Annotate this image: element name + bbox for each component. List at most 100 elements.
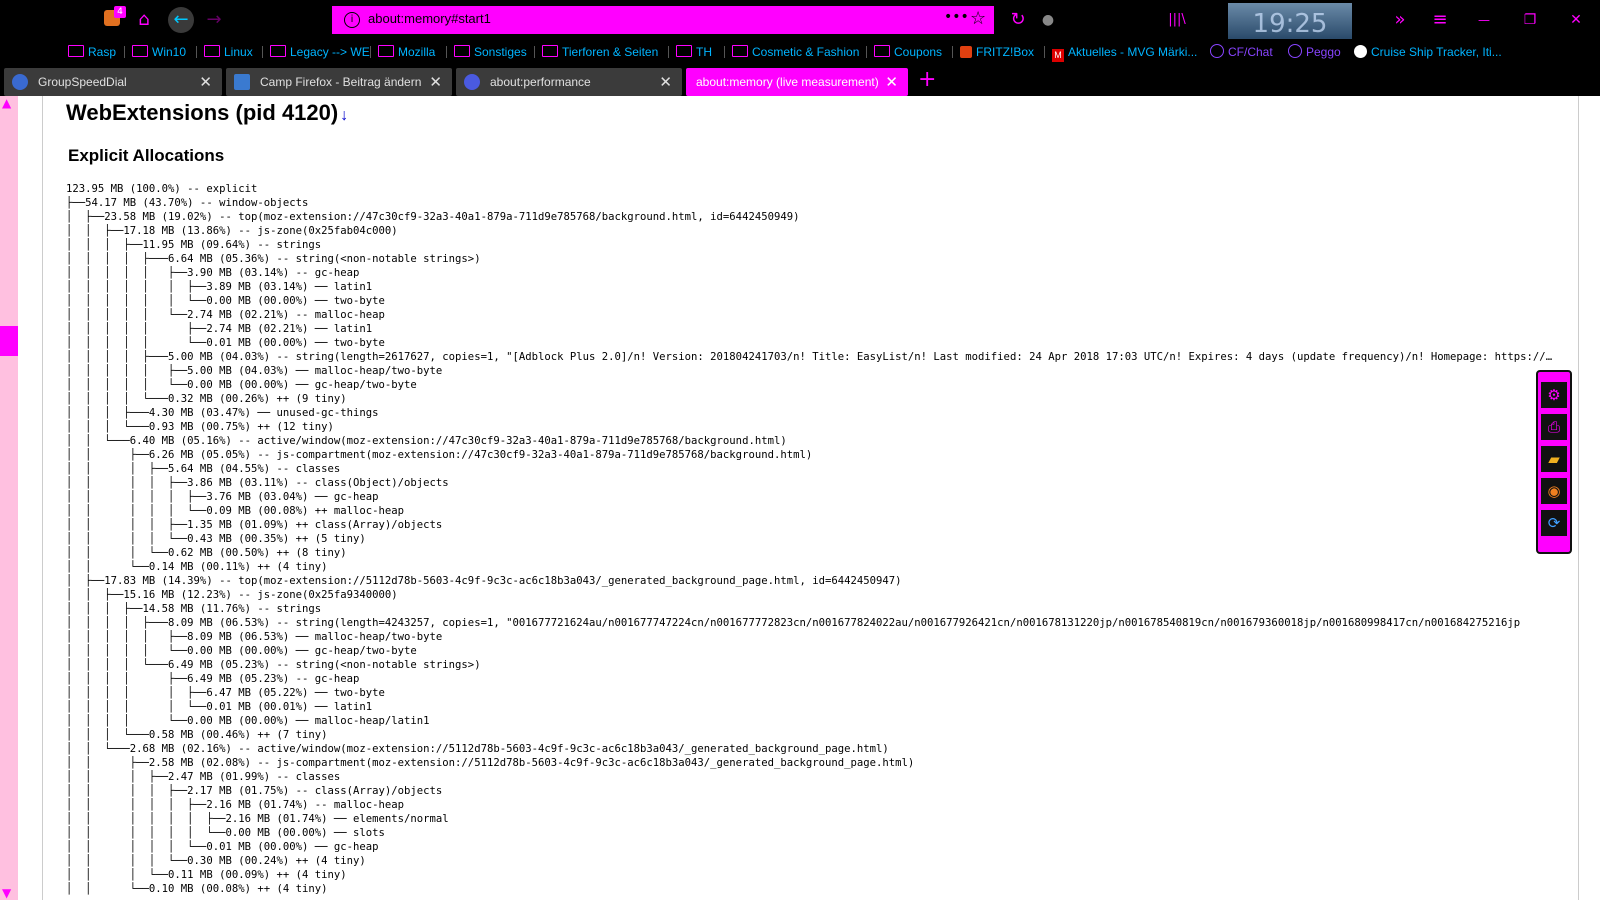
tree-row[interactable]: │ │ │ │ ├───5.00 MB (04.03%) -- string(l… <box>66 350 1556 364</box>
minimize-button[interactable]: — <box>1472 8 1496 32</box>
bookmark-mozilla[interactable]: Mozilla <box>378 43 435 61</box>
tab-close-icon[interactable]: ✕ <box>885 73 898 91</box>
tree-row[interactable]: │ │ ├──2.58 MB (02.08%) -- js-compartmen… <box>66 756 1556 770</box>
print-icon[interactable]: ⎙ <box>1541 414 1567 440</box>
tree-row[interactable]: │ │ │ │ │ ├──8.09 MB (06.53%) ── malloc-… <box>66 630 1556 644</box>
tree-row[interactable]: │ │ │ │ │ ├──2.74 MB (02.21%) ── latin1 <box>66 322 1556 336</box>
ublock-shield-icon[interactable]: ● <box>1036 8 1060 32</box>
restore-button[interactable]: ❐ <box>1518 8 1542 32</box>
tree-row[interactable]: │ │ │ └───0.93 MB (00.75%) ++ (12 tiny) <box>66 420 1556 434</box>
bookmark-th[interactable]: TH <box>676 43 712 61</box>
tree-row[interactable]: │ │ │ ├──5.64 MB (04.55%) -- classes <box>66 462 1556 476</box>
tab-close-icon[interactable]: ✕ <box>429 73 442 91</box>
tree-row[interactable]: │ │ │ │ ├──1.35 MB (01.09%) ++ class(Arr… <box>66 518 1556 532</box>
tree-row[interactable]: │ │ ├──17.18 MB (13.86%) -- js-zone(0x25… <box>66 224 1556 238</box>
tree-row[interactable]: │ │ │ │ │ └──0.09 MB (00.08%) ++ malloc-… <box>66 504 1556 518</box>
tree-row[interactable]: │ │ │ │ │ │ └──0.00 MB (00.00%) ── slots <box>66 826 1556 840</box>
forward-button[interactable]: → <box>202 8 226 32</box>
scrollbar-thumb[interactable] <box>0 326 18 356</box>
tree-row[interactable]: │ │ │ │ └───6.49 MB (05.23%) -- string(<… <box>66 658 1556 672</box>
url-bar[interactable]: i about:memory#start1 ••• ☆ <box>332 6 994 34</box>
tree-row[interactable]: │ │ │ │ ├──3.86 MB (03.11%) -- class(Obj… <box>66 476 1556 490</box>
tree-row[interactable]: │ │ │ ├──11.95 MB (09.64%) -- strings <box>66 238 1556 252</box>
bookmark-coupons[interactable]: Coupons <box>874 43 942 61</box>
folder-icon[interactable]: ▰ <box>1541 446 1567 472</box>
tab-close-icon[interactable]: ✕ <box>199 73 212 91</box>
tree-row[interactable]: │ │ │ └───0.58 MB (00.46%) ++ (7 tiny) <box>66 728 1556 742</box>
bookmark-fritzbox[interactable]: FRITZ!Box <box>960 43 1034 61</box>
refresh-icon[interactable]: ⟳ <box>1541 510 1567 536</box>
tree-row[interactable]: │ │ │ │ │ ├──5.00 MB (04.03%) ── malloc-… <box>66 364 1556 378</box>
back-button[interactable]: ← <box>168 7 194 33</box>
tree-row[interactable]: ├──54.17 MB (43.70%) -- window-objects <box>66 196 1556 210</box>
bookmark-star-icon[interactable]: ☆ <box>970 8 986 29</box>
tree-row[interactable]: │ │ │ │ │ │ ├──3.89 MB (03.14%) ── latin… <box>66 280 1556 294</box>
tree-row[interactable]: │ │ │ │ │ ├──6.47 MB (05.22%) ── two-byt… <box>66 686 1556 700</box>
down-arrow-link[interactable]: ↓ <box>340 107 348 124</box>
scrollbar[interactable]: ▲ ▼ <box>0 96 18 900</box>
tree-row[interactable]: │ │ ├──15.16 MB (12.23%) -- js-zone(0x25… <box>66 588 1556 602</box>
tree-row[interactable]: │ │ │ │ │ ├──2.16 MB (01.74%) -- malloc-… <box>66 798 1556 812</box>
hamburger-menu-icon[interactable]: ≡ <box>1428 8 1452 32</box>
tree-row[interactable]: │ │ │ │ │ └──0.01 MB (00.00%) ── gc-heap <box>66 840 1556 854</box>
url-text[interactable]: about:memory#start1 <box>368 11 491 26</box>
scroll-down-icon[interactable]: ▼ <box>2 886 11 900</box>
tree-row[interactable]: 123.95 MB (100.0%) -- explicit <box>66 182 1556 196</box>
search-icon[interactable]: ◉ <box>1541 478 1567 504</box>
tree-row[interactable]: │ │ │ │ │ └──2.74 MB (02.21%) -- malloc-… <box>66 308 1556 322</box>
bookmark-cruise-ship-tracker[interactable]: Cruise Ship Tracker, Iti... <box>1354 43 1502 61</box>
tree-row[interactable]: │ │ │ │ │ │ └──0.00 MB (00.00%) ── two-b… <box>66 294 1556 308</box>
bookmark-cf-chat[interactable]: CF/Chat <box>1210 43 1273 61</box>
bookmark-legacy-we[interactable]: Legacy --> WE <box>270 43 370 61</box>
close-window-button[interactable]: ✕ <box>1564 8 1588 32</box>
home-icon[interactable]: ⌂ <box>132 8 156 32</box>
bookmark-sonstiges[interactable]: Sonstiges <box>454 43 527 61</box>
new-tab-button[interactable]: + <box>918 67 936 92</box>
tree-row[interactable]: │ │ │ │ │ │ ├──2.16 MB (01.74%) ── eleme… <box>66 812 1556 826</box>
overflow-chevron-icon[interactable]: » <box>1388 8 1412 32</box>
reload-button[interactable]: ↻ <box>1006 8 1030 32</box>
tree-row[interactable]: │ │ │ │ ├──6.49 MB (05.23%) -- gc-heap <box>66 672 1556 686</box>
tree-row[interactable]: │ │ │ ├──14.58 MB (11.76%) -- strings <box>66 602 1556 616</box>
tree-row[interactable]: │ │ ├──6.26 MB (05.05%) -- js-compartmen… <box>66 448 1556 462</box>
tree-row[interactable]: │ │ │ │ └──0.43 MB (00.35%) ++ (5 tiny) <box>66 532 1556 546</box>
tree-row[interactable]: │ │ │ └──0.11 MB (00.09%) ++ (4 tiny) <box>66 868 1556 882</box>
tree-row[interactable]: │ ├──23.58 MB (19.02%) -- top(moz-extens… <box>66 210 1556 224</box>
tree-row[interactable]: │ │ │ │ └───0.32 MB (00.26%) ++ (9 tiny) <box>66 392 1556 406</box>
tree-row[interactable]: │ │ │ │ └──0.00 MB (00.00%) ── malloc-he… <box>66 714 1556 728</box>
tree-row[interactable]: │ │ └──0.10 MB (00.08%) ++ (4 tiny) <box>66 882 1556 896</box>
tab-about-memory[interactable]: about:memory (live measurement) ✕ <box>686 68 908 96</box>
bookmark-win10[interactable]: Win10 <box>132 43 186 61</box>
gear-icon[interactable]: ⚙ <box>1541 382 1567 408</box>
library-icon[interactable]: |||\ <box>1162 8 1192 32</box>
tree-row[interactable]: │ │ │ │ │ ├──3.90 MB (03.14%) -- gc-heap <box>66 266 1556 280</box>
tab-camp-firefox[interactable]: Camp Firefox - Beitrag ändern ✕ <box>226 68 452 96</box>
page-actions-button[interactable]: ••• <box>944 9 969 25</box>
tree-row[interactable]: │ │ └───2.68 MB (02.16%) -- active/windo… <box>66 742 1556 756</box>
tab-close-icon[interactable]: ✕ <box>659 73 672 91</box>
tree-row[interactable]: │ │ │ ├───4.30 MB (03.47%) ── unused-gc-… <box>66 406 1556 420</box>
tree-row[interactable]: │ │ └──0.14 MB (00.11%) ++ (4 tiny) <box>66 560 1556 574</box>
tree-row[interactable]: │ │ │ │ │ └──0.01 MB (00.00%) ── two-byt… <box>66 336 1556 350</box>
bookmark-tierforen[interactable]: Tierforen & Seiten <box>542 43 658 61</box>
bookmark-rasp[interactable]: Rasp <box>68 43 116 61</box>
info-icon[interactable]: i <box>344 12 360 28</box>
tree-row[interactable]: │ │ │ │ ├───8.09 MB (06.53%) -- string(l… <box>66 616 1556 630</box>
tab-groupspeeddial[interactable]: GroupSpeedDial ✕ <box>4 68 222 96</box>
tree-row[interactable]: │ │ │ │ │ ├──3.76 MB (03.04%) ── gc-heap <box>66 490 1556 504</box>
tree-row[interactable]: │ ├──17.83 MB (14.39%) -- top(moz-extens… <box>66 574 1556 588</box>
tree-row[interactable]: │ │ │ │ ├───6.64 MB (05.36%) -- string(<… <box>66 252 1556 266</box>
tree-row[interactable]: │ │ │ ├──2.47 MB (01.99%) -- classes <box>66 770 1556 784</box>
bookmark-cosmetic-fashion[interactable]: Cosmetic & Fashion <box>732 43 859 61</box>
tree-row[interactable]: │ │ │ │ │ └──0.00 MB (00.00%) ── gc-heap… <box>66 378 1556 392</box>
tree-row[interactable]: │ │ │ └──0.62 MB (00.50%) ++ (8 tiny) <box>66 546 1556 560</box>
bookmark-peggo[interactable]: Peggo <box>1288 43 1341 61</box>
scroll-up-icon[interactable]: ▲ <box>2 96 11 110</box>
tree-row[interactable]: │ │ │ │ │ └──0.00 MB (00.00%) ── gc-heap… <box>66 644 1556 658</box>
bookmark-linux[interactable]: Linux <box>204 43 253 61</box>
tree-row[interactable]: │ │ │ │ ├──2.17 MB (01.75%) -- class(Arr… <box>66 784 1556 798</box>
tree-row[interactable]: │ │ │ │ └──0.30 MB (00.24%) ++ (4 tiny) <box>66 854 1556 868</box>
tree-row[interactable]: │ │ │ │ │ └──0.01 MB (00.01%) ── latin1 <box>66 700 1556 714</box>
tab-about-performance[interactable]: about:performance ✕ <box>456 68 682 96</box>
bookmark-mvg[interactable]: M Aktuelles - MVG Märki... <box>1052 43 1197 62</box>
